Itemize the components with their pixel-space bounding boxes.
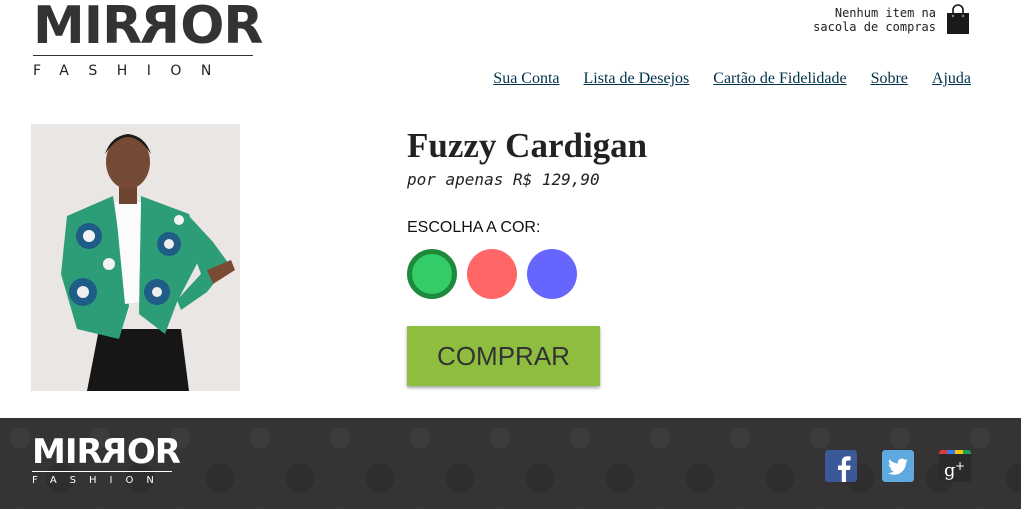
google-plus-icon[interactable]: g +	[939, 450, 971, 482]
buy-button[interactable]: COMPRAR	[407, 326, 600, 386]
nav-lista-de-desejos[interactable]: Lista de Desejos	[584, 70, 690, 88]
brand-wordmark: MIRROR	[33, 0, 263, 56]
color-swatches	[407, 249, 647, 299]
cart-status: Nenhum item na sacola de compras	[813, 6, 936, 34]
product-title: Fuzzy Cardigan	[407, 126, 648, 165]
product-price: por apenas R$ 129,90	[407, 170, 600, 189]
svg-text:+: +	[955, 459, 965, 473]
social-links: g +	[800, 450, 971, 482]
nav-cartao-de-fidelidade[interactable]: Cartão de Fidelidade	[713, 70, 846, 88]
shopping-cart[interactable]: Nenhum item na sacola de compras	[813, 4, 971, 34]
twitter-icon[interactable]	[882, 450, 914, 482]
main-nav: Sua Conta Lista de Desejos Cartão de Fid…	[469, 70, 971, 88]
color-swatch-blue[interactable]	[527, 249, 577, 299]
brand-logo[interactable]: MIRROR FASHION	[33, 0, 263, 79]
color-swatch-green[interactable]	[407, 249, 457, 299]
footer-wordmark: MIRROR	[32, 432, 181, 472]
brand-tagline: FASHION	[33, 63, 231, 79]
nav-sobre[interactable]: Sobre	[871, 70, 908, 88]
footer-logo[interactable]: MIRROR FASHION	[32, 432, 181, 486]
nav-sua-conta[interactable]: Sua Conta	[493, 70, 559, 88]
product-details: Fuzzy Cardigan por apenas R$ 129,90 ESCO…	[407, 126, 647, 386]
color-swatch-red[interactable]	[467, 249, 517, 299]
shopping-bag-icon[interactable]	[945, 4, 971, 34]
cart-status-line1: Nenhum item na	[834, 6, 936, 20]
site-footer: MIRROR FASHION g +	[0, 418, 1021, 509]
footer-tagline: FASHION	[32, 475, 167, 486]
cart-status-line2: sacola de compras	[813, 20, 936, 34]
nav-ajuda[interactable]: Ajuda	[932, 70, 971, 88]
facebook-icon[interactable]	[825, 450, 857, 482]
svg-text:g: g	[944, 460, 956, 481]
color-label: ESCOLHA A COR:	[407, 219, 541, 236]
product-photo	[31, 124, 240, 391]
